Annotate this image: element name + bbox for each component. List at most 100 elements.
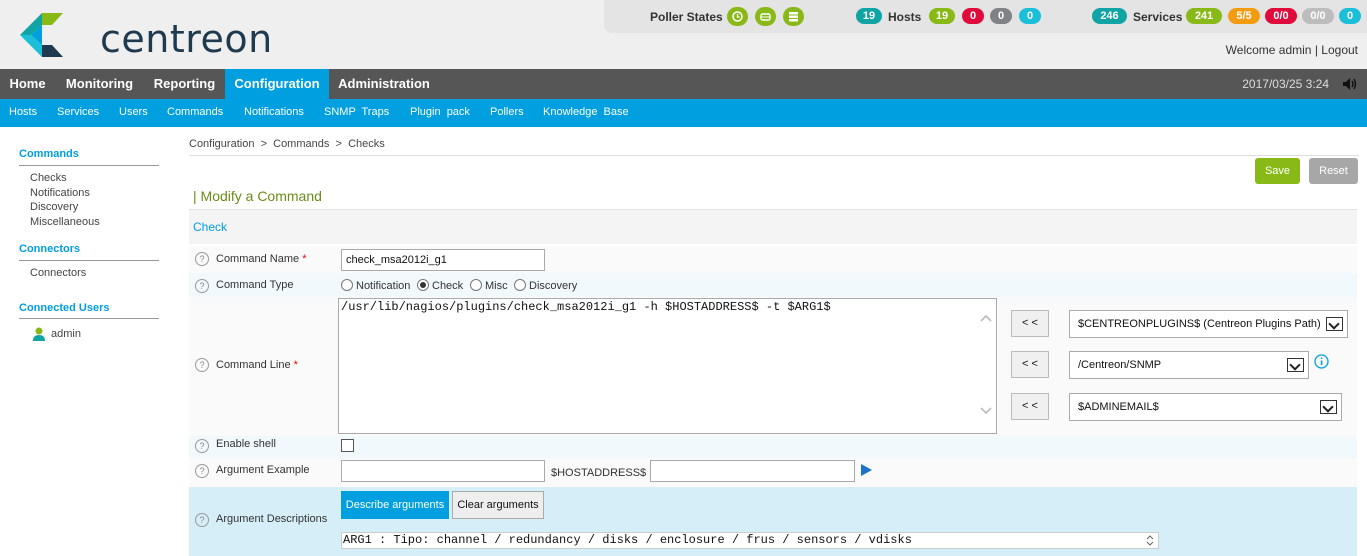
nav-monitoring[interactable]: Monitoring xyxy=(55,69,144,99)
insert-macro-button-2[interactable]: < < xyxy=(1011,351,1049,378)
services-pending-badge[interactable]: 0 xyxy=(1339,8,1361,24)
type-misc-radio[interactable]: Misc xyxy=(470,279,508,292)
chevron-down-icon xyxy=(1326,317,1343,331)
save-button[interactable]: Save xyxy=(1255,158,1300,184)
status-bar: Poller States 19 Hosts 19 0 0 0 246 Serv… xyxy=(604,0,1367,33)
nav-administration[interactable]: Administration xyxy=(329,69,439,99)
command-type-row: ? Command Type Notification Check Misc D… xyxy=(189,273,1357,297)
radio-off xyxy=(514,279,526,291)
macro-select-plugins[interactable]: $CENTREONPLUGINS$ (Centreon Plugins Path… xyxy=(1069,310,1348,338)
breadcrumb-checks[interactable]: Checks xyxy=(348,138,385,150)
hosts-down-badge[interactable]: 0 xyxy=(962,8,984,24)
scroll-down-icon[interactable] xyxy=(980,407,992,415)
enable-shell-checkbox[interactable] xyxy=(341,439,354,452)
macro-select-user-value: $ADMINEMAIL$ xyxy=(1078,401,1159,413)
database-drive-icon[interactable] xyxy=(755,7,776,26)
services-warning-badge[interactable]: 5/5 xyxy=(1228,8,1260,24)
logo-text: centreon xyxy=(100,17,273,61)
type-misc-label: Misc xyxy=(485,280,508,292)
help-icon[interactable]: ? xyxy=(195,279,209,293)
enable-shell-row: ? Enable shell xyxy=(189,436,1357,458)
services-ok-badge[interactable]: 241 xyxy=(1186,8,1222,24)
command-name-input[interactable]: check_msa2012i_g1 xyxy=(341,249,545,271)
hosts-unreachable-badge[interactable]: 0 xyxy=(990,8,1012,24)
hosts-pending-badge[interactable]: 0 xyxy=(1019,8,1041,24)
type-notification-label: Notification xyxy=(356,280,411,292)
command-type-label: Command Type xyxy=(216,279,294,291)
hosts-total-badge[interactable]: 19 xyxy=(856,8,882,24)
sidebar-item-checks[interactable]: Checks xyxy=(30,172,67,184)
subnav-services[interactable]: Services xyxy=(57,106,99,118)
logout-link[interactable]: Logout xyxy=(1321,43,1358,57)
sidebar-connectors-header[interactable]: Connectors xyxy=(19,243,80,255)
clear-arguments-button[interactable]: Clear arguments xyxy=(452,491,544,519)
clock-icon[interactable] xyxy=(727,7,748,26)
help-icon[interactable]: ? xyxy=(195,252,209,266)
type-check-radio[interactable]: Check xyxy=(417,279,463,292)
breadcrumb-separator: > xyxy=(335,138,342,150)
services-unknown-badge[interactable]: 0/0 xyxy=(1302,8,1334,24)
subnav-pollers[interactable]: Pollers xyxy=(490,106,524,118)
macro-select-resource[interactable]: /Centreon/SNMP xyxy=(1069,351,1309,379)
command-name-label: Command Name * xyxy=(216,253,306,265)
insert-macro-button-3[interactable]: < < xyxy=(1011,393,1049,420)
nav-configuration[interactable]: Configuration xyxy=(225,69,329,99)
info-icon[interactable] xyxy=(1314,354,1329,369)
hosts-up-badge[interactable]: 19 xyxy=(929,8,955,24)
subnav-commands[interactable]: Commands xyxy=(167,106,223,118)
breadcrumb-configuration[interactable]: Configuration xyxy=(189,138,254,150)
breadcrumb-commands[interactable]: Commands xyxy=(273,138,329,150)
argument-example-input[interactable] xyxy=(341,460,545,482)
connected-user-admin[interactable]: admin xyxy=(51,328,81,340)
help-icon[interactable]: ? xyxy=(195,439,209,453)
subnav-users[interactable]: Users xyxy=(119,106,148,118)
play-icon[interactable] xyxy=(860,463,873,477)
subnav-knowledge-base[interactable]: Knowledge Base xyxy=(543,106,629,118)
services-total-badge[interactable]: 246 xyxy=(1092,8,1127,24)
stepper-icon[interactable] xyxy=(1145,534,1155,547)
scroll-up-icon[interactable] xyxy=(980,314,992,322)
sidebar-item-miscellaneous[interactable]: Miscellaneous xyxy=(30,216,100,228)
subnav-plugin-pack[interactable]: Plugin pack xyxy=(410,106,470,118)
speaker-icon[interactable] xyxy=(1342,77,1358,91)
sidebar-commands-header[interactable]: Commands xyxy=(19,148,79,160)
command-name-label-text: Command Name xyxy=(216,253,300,265)
user-icon xyxy=(33,327,45,341)
stack-icon[interactable] xyxy=(783,7,804,26)
argument-descriptions-label: Argument Descriptions xyxy=(216,513,328,525)
sidebar-item-notifications[interactable]: Notifications xyxy=(30,187,90,199)
breadcrumb-separator: > xyxy=(260,138,267,150)
sidebar-item-connectors[interactable]: Connectors xyxy=(30,267,86,279)
hostaddress-example-input[interactable] xyxy=(650,460,855,482)
command-line-label: Command Line * xyxy=(216,359,298,371)
nav-home[interactable]: Home xyxy=(0,69,55,99)
type-notification-radio[interactable]: Notification xyxy=(341,279,410,292)
help-icon[interactable]: ? xyxy=(195,358,209,372)
nav-reporting[interactable]: Reporting xyxy=(144,69,225,99)
macro-select-user[interactable]: $ADMINEMAIL$ xyxy=(1069,393,1342,421)
command-line-textarea[interactable]: /usr/lib/nagios/plugins/check_msa2012i_g… xyxy=(338,298,997,434)
section-title: Check xyxy=(193,220,228,234)
sidebar-connected-users-header: Connected Users xyxy=(19,302,110,314)
insert-macro-button-1[interactable]: < < xyxy=(1011,310,1049,337)
macro-select-plugins-value: $CENTREONPLUGINS$ (Centreon Plugins Path… xyxy=(1078,318,1321,330)
main-nav: Home Monitoring Reporting Configuration … xyxy=(0,69,1367,99)
radio-off xyxy=(341,279,353,291)
subnav-snmp-traps[interactable]: SNMP Traps xyxy=(324,106,389,118)
subnav-hosts[interactable]: Hosts xyxy=(9,106,37,118)
centreon-logo[interactable]: centreon xyxy=(18,12,278,58)
services-critical-badge[interactable]: 0/0 xyxy=(1265,8,1297,24)
argument-descriptions-textarea[interactable]: ARG1 : Tipo: channel / redundancy / disk… xyxy=(341,532,1159,549)
argument-example-row: ? Argument Example $HOSTADDRESS$ xyxy=(189,458,1357,487)
reset-button[interactable]: Reset xyxy=(1309,158,1358,184)
sidebar-item-discovery[interactable]: Discovery xyxy=(30,201,78,213)
describe-arguments-button[interactable]: Describe arguments xyxy=(341,491,449,519)
chevron-down-icon xyxy=(1320,400,1337,414)
help-icon[interactable]: ? xyxy=(195,464,209,478)
subnav-notifications[interactable]: Notifications xyxy=(244,106,304,118)
form-title: | Modify a Command xyxy=(193,188,322,204)
divider xyxy=(19,165,159,166)
datetime: 2017/03/25 3:24 xyxy=(1242,77,1329,91)
help-icon[interactable]: ? xyxy=(195,513,209,527)
type-discovery-radio[interactable]: Discovery xyxy=(514,279,577,292)
